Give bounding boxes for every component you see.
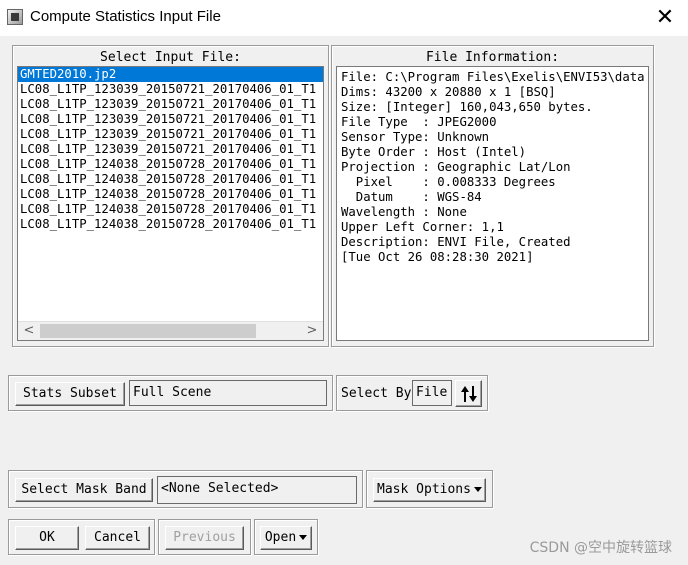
file-info-line: File Type : JPEG2000 bbox=[341, 115, 497, 129]
window-title: Compute Statistics Input File bbox=[30, 8, 221, 25]
close-icon[interactable]: ✕ bbox=[650, 4, 680, 32]
chevron-down-icon bbox=[473, 487, 482, 492]
previous-button[interactable]: Previous bbox=[165, 526, 244, 550]
stats-subset-value: Full Scene bbox=[129, 380, 327, 406]
title-bar: Compute Statistics Input File ✕ bbox=[0, 0, 688, 36]
select-mask-band-button[interactable]: Select Mask Band bbox=[15, 478, 153, 502]
file-list-item[interactable]: LC08_L1TP_123039_20150721_20170406_01_T1 bbox=[18, 97, 323, 112]
select-by-value: File bbox=[412, 380, 452, 406]
file-info-line: Datum : WGS-84 bbox=[341, 190, 482, 204]
open-button[interactable]: Open bbox=[260, 526, 312, 550]
scroll-thumb[interactable] bbox=[40, 324, 256, 338]
previous-frame: Previous bbox=[158, 519, 251, 555]
stats-subset-frame: Stats Subset Full Scene bbox=[8, 375, 333, 411]
file-info-line: Wavelength : None bbox=[341, 205, 467, 219]
file-list-item[interactable]: LC08_L1TP_123039_20150721_20170406_01_T1 bbox=[18, 142, 323, 157]
file-list-item[interactable]: GMTED2010.jp2 bbox=[18, 67, 323, 82]
file-list: GMTED2010.jp2 LC08_L1TP_123039_20150721_2… bbox=[18, 67, 323, 232]
file-list-item[interactable]: LC08_L1TP_124038_20150728_20170406_01_T1 bbox=[18, 172, 323, 187]
horizontal-scrollbar[interactable]: < > bbox=[18, 321, 323, 340]
file-list-item[interactable]: LC08_L1TP_123039_20150721_20170406_01_T1 bbox=[18, 82, 323, 97]
select-input-panel: Select Input File: GMTED2010.jp2 LC08_L1T… bbox=[12, 45, 329, 347]
file-info-line: Pixel : 0.008333 Degrees bbox=[341, 175, 556, 189]
mask-band-value: <None Selected> bbox=[157, 476, 357, 504]
file-list-item[interactable]: LC08_L1TP_123039_20150721_20170406_01_T1 bbox=[18, 127, 323, 142]
open-label: Open bbox=[264, 530, 297, 545]
file-info-line: Upper Left Corner: 1,1 bbox=[341, 220, 504, 234]
file-info-line: Byte Order : Host (Intel) bbox=[341, 145, 527, 159]
mask-options-button[interactable]: Mask Options bbox=[373, 478, 486, 502]
open-frame: Open bbox=[254, 519, 318, 555]
file-info-line: Projection : Geographic Lat/Lon bbox=[341, 160, 571, 174]
chevron-down-icon bbox=[299, 535, 308, 540]
select-by-frame: Select By File bbox=[336, 375, 488, 411]
watermark: CSDN @空中旋转篮球 bbox=[529, 540, 672, 556]
cancel-button[interactable]: Cancel bbox=[85, 526, 150, 550]
file-info-line: Dims: 43200 x 20880 x 1 [BSQ] bbox=[341, 85, 556, 99]
file-list-item[interactable]: LC08_L1TP_124038_20150728_20170406_01_T1 bbox=[18, 217, 323, 232]
file-info-line: Sensor Type: Unknown bbox=[341, 130, 490, 144]
file-list-item[interactable]: LC08_L1TP_124038_20150728_20170406_01_T1 bbox=[18, 187, 323, 202]
scroll-right-icon[interactable]: > bbox=[303, 322, 321, 340]
ok-cancel-frame: OK Cancel bbox=[8, 519, 155, 555]
scroll-left-icon[interactable]: < bbox=[20, 322, 38, 340]
select-by-label: Select By bbox=[341, 386, 412, 401]
stats-subset-button[interactable]: Stats Subset bbox=[15, 382, 125, 406]
mask-band-frame: Select Mask Band <None Selected> bbox=[8, 470, 363, 508]
ok-button[interactable]: OK bbox=[15, 526, 79, 550]
file-list-item[interactable]: LC08_L1TP_123039_20150721_20170406_01_T1 bbox=[18, 112, 323, 127]
file-info-line: File: C:\Program Files\Exelis\ENVI53\dat… bbox=[341, 70, 645, 84]
file-list-item[interactable]: LC08_L1TP_124038_20150728_20170406_01_T1 bbox=[18, 202, 323, 217]
file-info-panel: File Information: File: C:\Program Files… bbox=[331, 45, 654, 347]
file-listbox[interactable]: GMTED2010.jp2 LC08_L1TP_123039_20150721_2… bbox=[17, 66, 324, 341]
file-info-line: Description: ENVI File, Created bbox=[341, 235, 571, 249]
file-info-line: Size: [Integer] 160,043,650 bytes. bbox=[341, 100, 593, 114]
sort-arrows-icon[interactable] bbox=[455, 380, 482, 407]
mask-options-label: Mask Options bbox=[377, 482, 471, 497]
file-list-item[interactable]: LC08_L1TP_124038_20150728_20170406_01_T1 bbox=[18, 157, 323, 172]
mask-options-frame: Mask Options bbox=[366, 470, 493, 508]
file-info-line: [Tue Oct 26 08:28:30 2021] bbox=[341, 250, 534, 264]
file-info-text: File: C:\Program Files\Exelis\ENVI53\dat… bbox=[336, 66, 649, 341]
file-info-title: File Information: bbox=[425, 50, 560, 65]
envi-app-icon bbox=[7, 9, 23, 25]
select-input-title: Select Input File: bbox=[100, 50, 241, 65]
